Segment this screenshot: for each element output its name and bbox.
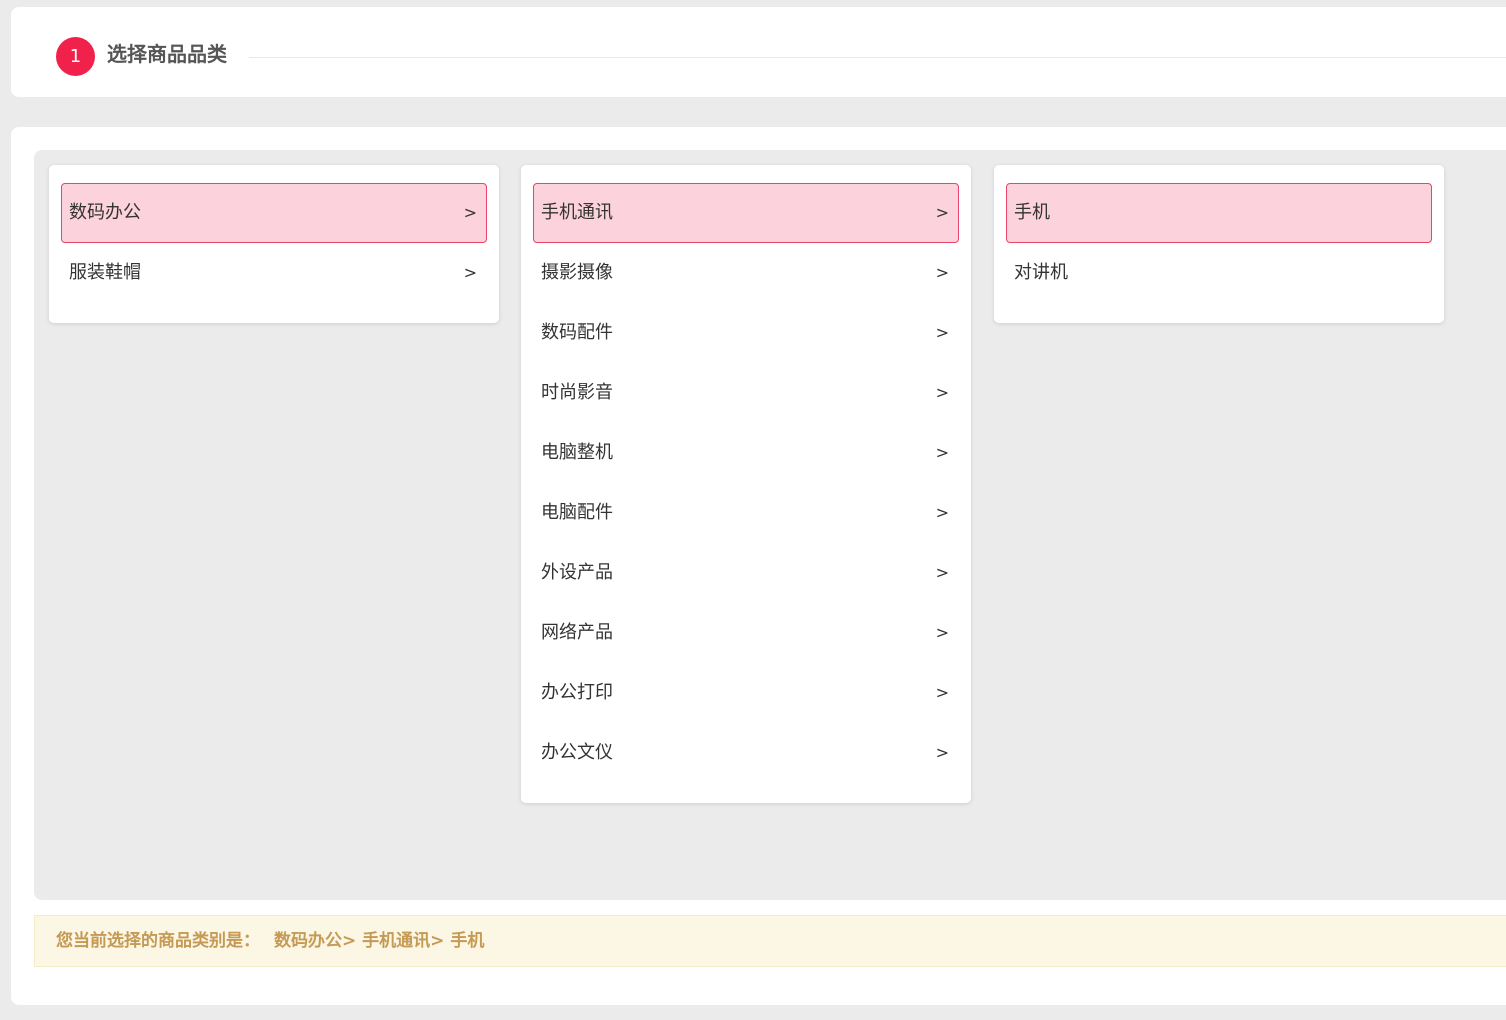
category-item[interactable]: 手机通讯 > <box>533 183 959 243</box>
category-item[interactable]: 时尚影音 > <box>533 363 959 423</box>
category-item-label: 手机 <box>1014 202 1050 223</box>
category-item-label: 摄影摄像 <box>541 262 613 283</box>
category-item[interactable]: 服装鞋帽 > <box>61 243 487 303</box>
category-item-label: 办公打印 <box>541 682 613 703</box>
category-item-label: 时尚影音 <box>541 382 613 403</box>
category-item[interactable]: 网络产品 > <box>533 603 959 663</box>
chevron-right-icon: > <box>463 263 477 282</box>
selected-category-label: 您当前选择的商品类别是： <box>56 931 260 951</box>
chevron-right-icon: > <box>935 203 949 222</box>
step-header: 1 选择商品品类 <box>11 7 1506 97</box>
chevron-right-icon: > <box>935 743 949 762</box>
step-title: 选择商品品类 <box>107 42 227 66</box>
category-panel: 数码办公 > 服装鞋帽 > 手机通讯 > 摄影摄像 > 数码配件 > 时尚影音 > 电脑整机 > 电脑配件… <box>11 127 1506 1005</box>
chevron-right-icon: > <box>935 383 949 402</box>
category-select-area: 数码办公 > 服装鞋帽 > 手机通讯 > 摄影摄像 > 数码配件 > 时尚影音 > 电脑整机 > 电脑配件… <box>34 150 1506 900</box>
category-column-level-2: 手机通讯 > 摄影摄像 > 数码配件 > 时尚影音 > 电脑整机 > 电脑配件 > 外设产品 > 网络产品 >… <box>521 165 971 803</box>
category-item-label: 外设产品 <box>541 562 613 583</box>
selected-category-bar: 您当前选择的商品类别是： 数码办公> 手机通讯> 手机 <box>34 915 1506 967</box>
chevron-right-icon: > <box>935 443 949 462</box>
category-item-label: 电脑整机 <box>541 442 613 463</box>
category-item[interactable]: 对讲机 <box>1006 243 1432 303</box>
category-item-label: 电脑配件 <box>541 502 613 523</box>
category-item-label: 办公文仪 <box>541 742 613 763</box>
chevron-right-icon: > <box>935 503 949 522</box>
category-item[interactable]: 办公文仪 > <box>533 723 959 783</box>
category-item[interactable]: 办公打印 > <box>533 663 959 723</box>
category-item-label: 对讲机 <box>1014 262 1068 283</box>
category-item-label: 网络产品 <box>541 622 613 643</box>
category-item[interactable]: 电脑整机 > <box>533 423 959 483</box>
category-item-label: 手机通讯 <box>541 202 613 223</box>
category-item[interactable]: 摄影摄像 > <box>533 243 959 303</box>
category-item[interactable]: 外设产品 > <box>533 543 959 603</box>
chevron-right-icon: > <box>935 623 949 642</box>
selected-category-path: 数码办公> 手机通讯> 手机 <box>274 931 485 951</box>
category-item[interactable]: 数码办公 > <box>61 183 487 243</box>
chevron-right-icon: > <box>935 323 949 342</box>
category-item[interactable]: 电脑配件 > <box>533 483 959 543</box>
category-item-label: 服装鞋帽 <box>69 262 141 283</box>
category-item-label: 数码办公 <box>69 202 141 223</box>
category-item[interactable]: 数码配件 > <box>533 303 959 363</box>
chevron-right-icon: > <box>463 203 477 222</box>
chevron-right-icon: > <box>935 563 949 582</box>
step-divider <box>249 57 1506 58</box>
category-item-label: 数码配件 <box>541 322 613 343</box>
chevron-right-icon: > <box>935 683 949 702</box>
step-number-badge: 1 <box>56 37 95 76</box>
chevron-right-icon: > <box>935 263 949 282</box>
category-item[interactable]: 手机 <box>1006 183 1432 243</box>
category-column-level-3: 手机 对讲机 <box>994 165 1444 323</box>
category-column-level-1: 数码办公 > 服装鞋帽 > <box>49 165 499 323</box>
